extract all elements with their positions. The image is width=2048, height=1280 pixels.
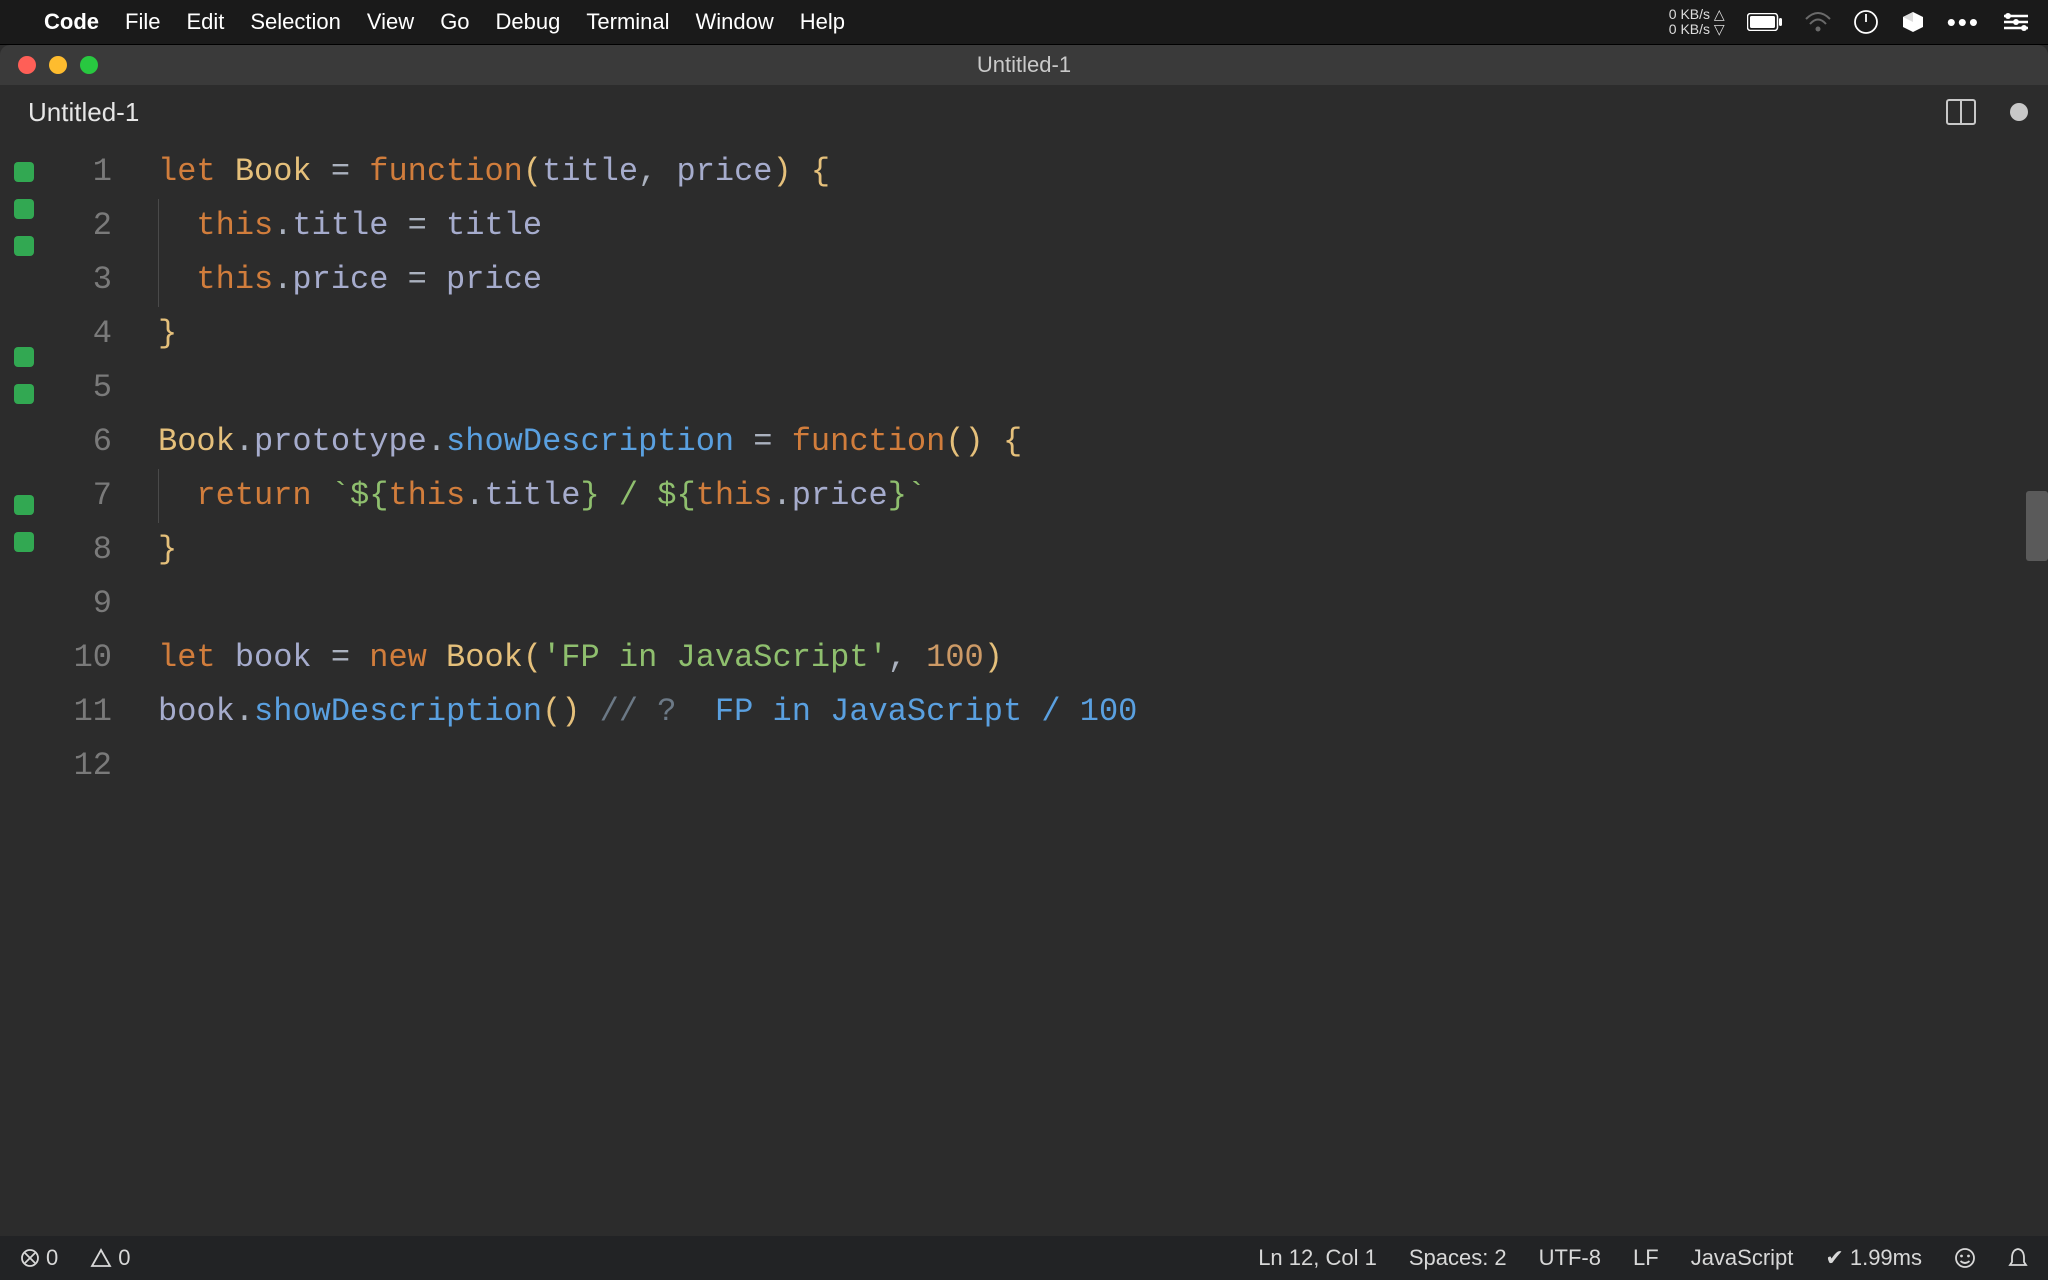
control-center-icon[interactable]: [2002, 12, 2030, 32]
menu-go[interactable]: Go: [440, 9, 469, 35]
status-warnings[interactable]: 0: [90, 1245, 130, 1271]
menu-selection[interactable]: Selection: [250, 9, 341, 35]
window-title: Untitled-1: [977, 52, 1071, 78]
menu-window[interactable]: Window: [696, 9, 774, 35]
status-language[interactable]: JavaScript: [1691, 1245, 1794, 1271]
status-eol[interactable]: LF: [1633, 1245, 1659, 1271]
tabs-row: Untitled-1: [0, 85, 2048, 139]
status-errors[interactable]: 0: [20, 1245, 58, 1271]
feedback-icon[interactable]: [1954, 1247, 1976, 1269]
code-area[interactable]: let Book = function(title, price) { this…: [126, 139, 1137, 1236]
minimize-window-button[interactable]: [49, 56, 67, 74]
status-quokka[interactable]: ✔ 1.99ms: [1825, 1245, 1922, 1271]
menu-file[interactable]: File: [125, 9, 160, 35]
line-numbers: 123456789101112: [48, 139, 126, 1236]
scrollbar-thumb[interactable]: [2026, 491, 2048, 561]
status-circle-icon[interactable]: [1853, 9, 1879, 35]
wifi-icon[interactable]: [1805, 12, 1831, 32]
status-indentation[interactable]: Spaces: 2: [1409, 1245, 1507, 1271]
unsaved-indicator-icon[interactable]: [2010, 103, 2028, 121]
status-encoding[interactable]: UTF-8: [1539, 1245, 1601, 1271]
zoom-window-button[interactable]: [80, 56, 98, 74]
menu-edit[interactable]: Edit: [186, 9, 224, 35]
statusbar: 0 0 Ln 12, Col 1 Spaces: 2 UTF-8 LF Java…: [0, 1236, 2048, 1280]
status-cursor-position[interactable]: Ln 12, Col 1: [1258, 1245, 1377, 1271]
menu-terminal[interactable]: Terminal: [586, 9, 669, 35]
overflow-icon[interactable]: •••: [1947, 7, 1980, 38]
menu-help[interactable]: Help: [800, 9, 845, 35]
macos-menubar: Code File Edit Selection View Go Debug T…: [0, 0, 2048, 44]
menu-view[interactable]: View: [367, 9, 414, 35]
cube-icon[interactable]: [1901, 10, 1925, 34]
app-menu[interactable]: Code: [44, 9, 99, 35]
close-window-button[interactable]: [18, 56, 36, 74]
tab-untitled[interactable]: Untitled-1: [0, 85, 167, 139]
titlebar: Untitled-1: [0, 45, 2048, 85]
overview-ruler[interactable]: [2026, 139, 2048, 1236]
menu-debug[interactable]: Debug: [496, 9, 561, 35]
battery-icon[interactable]: [1747, 13, 1783, 31]
editor-window: Untitled-1 Untitled-1 123456789101112 le…: [0, 44, 2048, 1280]
split-editor-icon[interactable]: [1946, 99, 1976, 125]
network-speed-indicator: 0 KB/s △ 0 KB/s ▽: [1669, 7, 1725, 38]
gutter-marks: [0, 139, 48, 1236]
code-editor[interactable]: 123456789101112 let Book = function(titl…: [0, 139, 2048, 1236]
notifications-icon[interactable]: [2008, 1247, 2028, 1269]
